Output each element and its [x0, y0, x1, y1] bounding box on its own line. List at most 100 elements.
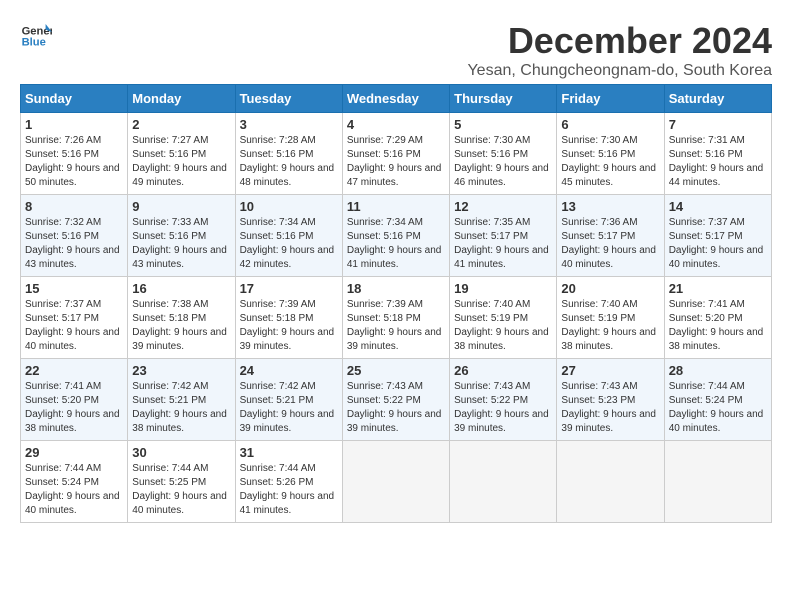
day-info: Sunrise: 7:41 AMSunset: 5:20 PMDaylight:… — [669, 299, 764, 352]
day-info: Sunrise: 7:33 AMSunset: 5:16 PMDaylight:… — [132, 217, 227, 270]
day-number: 14 — [669, 199, 767, 214]
day-number: 8 — [25, 199, 123, 214]
calendar-table: Sunday Monday Tuesday Wednesday Thursday… — [20, 84, 772, 523]
day-number: 21 — [669, 281, 767, 296]
day-number: 28 — [669, 363, 767, 378]
table-row: 20 Sunrise: 7:40 AMSunset: 5:19 PMDaylig… — [557, 277, 664, 359]
day-info: Sunrise: 7:41 AMSunset: 5:20 PMDaylight:… — [25, 381, 120, 434]
day-number: 27 — [561, 363, 659, 378]
day-info: Sunrise: 7:36 AMSunset: 5:17 PMDaylight:… — [561, 217, 656, 270]
day-info: Sunrise: 7:30 AMSunset: 5:16 PMDaylight:… — [454, 135, 549, 188]
table-row — [664, 441, 771, 523]
day-number: 13 — [561, 199, 659, 214]
header-monday: Monday — [128, 85, 235, 113]
table-row: 4 Sunrise: 7:29 AMSunset: 5:16 PMDayligh… — [342, 113, 449, 195]
day-info: Sunrise: 7:38 AMSunset: 5:18 PMDaylight:… — [132, 299, 227, 352]
day-number: 30 — [132, 445, 230, 460]
day-number: 10 — [240, 199, 338, 214]
day-info: Sunrise: 7:27 AMSunset: 5:16 PMDaylight:… — [132, 135, 227, 188]
table-row: 24 Sunrise: 7:42 AMSunset: 5:21 PMDaylig… — [235, 359, 342, 441]
day-info: Sunrise: 7:40 AMSunset: 5:19 PMDaylight:… — [561, 299, 656, 352]
day-info: Sunrise: 7:44 AMSunset: 5:25 PMDaylight:… — [132, 463, 227, 516]
day-info: Sunrise: 7:30 AMSunset: 5:16 PMDaylight:… — [561, 135, 656, 188]
header-friday: Friday — [557, 85, 664, 113]
table-row — [557, 441, 664, 523]
table-row — [342, 441, 449, 523]
header-sunday: Sunday — [21, 85, 128, 113]
table-row: 30 Sunrise: 7:44 AMSunset: 5:25 PMDaylig… — [128, 441, 235, 523]
month-title: December 2024 — [467, 20, 772, 62]
day-number: 29 — [25, 445, 123, 460]
location: Yesan, Chungcheongnam-do, South Korea — [467, 62, 772, 80]
header-wednesday: Wednesday — [342, 85, 449, 113]
svg-text:Blue: Blue — [22, 37, 46, 49]
day-info: Sunrise: 7:35 AMSunset: 5:17 PMDaylight:… — [454, 217, 549, 270]
calendar-body: 1 Sunrise: 7:26 AMSunset: 5:16 PMDayligh… — [21, 113, 772, 523]
day-info: Sunrise: 7:32 AMSunset: 5:16 PMDaylight:… — [25, 217, 120, 270]
day-number: 1 — [25, 117, 123, 132]
day-number: 15 — [25, 281, 123, 296]
table-row: 31 Sunrise: 7:44 AMSunset: 5:26 PMDaylig… — [235, 441, 342, 523]
day-info: Sunrise: 7:42 AMSunset: 5:21 PMDaylight:… — [132, 381, 227, 434]
logo: General Blue — [20, 20, 52, 52]
table-row: 26 Sunrise: 7:43 AMSunset: 5:22 PMDaylig… — [450, 359, 557, 441]
day-number: 17 — [240, 281, 338, 296]
header-tuesday: Tuesday — [235, 85, 342, 113]
table-row: 14 Sunrise: 7:37 AMSunset: 5:17 PMDaylig… — [664, 195, 771, 277]
day-info: Sunrise: 7:39 AMSunset: 5:18 PMDaylight:… — [347, 299, 442, 352]
day-number: 7 — [669, 117, 767, 132]
table-row: 18 Sunrise: 7:39 AMSunset: 5:18 PMDaylig… — [342, 277, 449, 359]
table-row: 27 Sunrise: 7:43 AMSunset: 5:23 PMDaylig… — [557, 359, 664, 441]
day-info: Sunrise: 7:42 AMSunset: 5:21 PMDaylight:… — [240, 381, 335, 434]
calendar-header: Sunday Monday Tuesday Wednesday Thursday… — [21, 85, 772, 113]
day-number: 16 — [132, 281, 230, 296]
day-info: Sunrise: 7:43 AMSunset: 5:22 PMDaylight:… — [454, 381, 549, 434]
table-row — [450, 441, 557, 523]
table-row: 29 Sunrise: 7:44 AMSunset: 5:24 PMDaylig… — [21, 441, 128, 523]
day-info: Sunrise: 7:44 AMSunset: 5:24 PMDaylight:… — [669, 381, 764, 434]
day-info: Sunrise: 7:40 AMSunset: 5:19 PMDaylight:… — [454, 299, 549, 352]
day-info: Sunrise: 7:34 AMSunset: 5:16 PMDaylight:… — [240, 217, 335, 270]
table-row: 22 Sunrise: 7:41 AMSunset: 5:20 PMDaylig… — [21, 359, 128, 441]
table-row: 10 Sunrise: 7:34 AMSunset: 5:16 PMDaylig… — [235, 195, 342, 277]
day-number: 25 — [347, 363, 445, 378]
day-info: Sunrise: 7:44 AMSunset: 5:26 PMDaylight:… — [240, 463, 335, 516]
day-number: 4 — [347, 117, 445, 132]
day-number: 2 — [132, 117, 230, 132]
day-info: Sunrise: 7:44 AMSunset: 5:24 PMDaylight:… — [25, 463, 120, 516]
day-number: 31 — [240, 445, 338, 460]
table-row: 28 Sunrise: 7:44 AMSunset: 5:24 PMDaylig… — [664, 359, 771, 441]
day-info: Sunrise: 7:34 AMSunset: 5:16 PMDaylight:… — [347, 217, 442, 270]
logo-icon: General Blue — [20, 20, 52, 52]
day-number: 22 — [25, 363, 123, 378]
day-info: Sunrise: 7:29 AMSunset: 5:16 PMDaylight:… — [347, 135, 442, 188]
day-info: Sunrise: 7:43 AMSunset: 5:22 PMDaylight:… — [347, 381, 442, 434]
header: General Blue December 2024 Yesan, Chungc… — [20, 20, 772, 80]
day-number: 12 — [454, 199, 552, 214]
table-row: 23 Sunrise: 7:42 AMSunset: 5:21 PMDaylig… — [128, 359, 235, 441]
table-row: 1 Sunrise: 7:26 AMSunset: 5:16 PMDayligh… — [21, 113, 128, 195]
table-row: 3 Sunrise: 7:28 AMSunset: 5:16 PMDayligh… — [235, 113, 342, 195]
day-info: Sunrise: 7:31 AMSunset: 5:16 PMDaylight:… — [669, 135, 764, 188]
day-info: Sunrise: 7:37 AMSunset: 5:17 PMDaylight:… — [25, 299, 120, 352]
table-row: 5 Sunrise: 7:30 AMSunset: 5:16 PMDayligh… — [450, 113, 557, 195]
day-number: 9 — [132, 199, 230, 214]
day-info: Sunrise: 7:39 AMSunset: 5:18 PMDaylight:… — [240, 299, 335, 352]
day-number: 11 — [347, 199, 445, 214]
table-row: 13 Sunrise: 7:36 AMSunset: 5:17 PMDaylig… — [557, 195, 664, 277]
table-row: 9 Sunrise: 7:33 AMSunset: 5:16 PMDayligh… — [128, 195, 235, 277]
table-row: 25 Sunrise: 7:43 AMSunset: 5:22 PMDaylig… — [342, 359, 449, 441]
table-row: 17 Sunrise: 7:39 AMSunset: 5:18 PMDaylig… — [235, 277, 342, 359]
day-number: 20 — [561, 281, 659, 296]
day-number: 3 — [240, 117, 338, 132]
day-number: 23 — [132, 363, 230, 378]
day-number: 24 — [240, 363, 338, 378]
day-number: 18 — [347, 281, 445, 296]
table-row: 6 Sunrise: 7:30 AMSunset: 5:16 PMDayligh… — [557, 113, 664, 195]
table-row: 19 Sunrise: 7:40 AMSunset: 5:19 PMDaylig… — [450, 277, 557, 359]
day-info: Sunrise: 7:26 AMSunset: 5:16 PMDaylight:… — [25, 135, 120, 188]
table-row: 12 Sunrise: 7:35 AMSunset: 5:17 PMDaylig… — [450, 195, 557, 277]
table-row: 11 Sunrise: 7:34 AMSunset: 5:16 PMDaylig… — [342, 195, 449, 277]
day-number: 19 — [454, 281, 552, 296]
day-info: Sunrise: 7:37 AMSunset: 5:17 PMDaylight:… — [669, 217, 764, 270]
